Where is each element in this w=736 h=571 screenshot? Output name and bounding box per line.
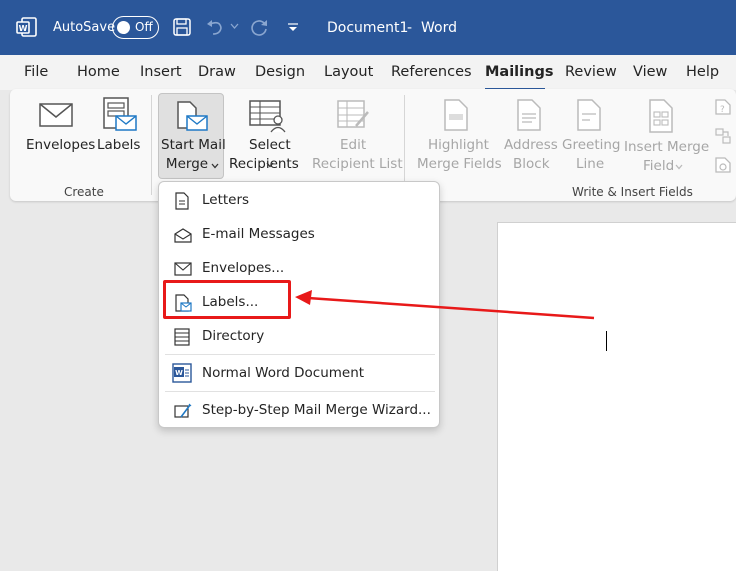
menu-item-letters[interactable]: Letters [159,185,439,217]
wizard-icon [174,403,192,419]
svg-text:W: W [175,369,183,377]
tab-insert[interactable]: Insert [140,64,182,80]
tab-help[interactable]: Help [686,64,719,80]
labels-button[interactable]: Labels [97,136,140,155]
insert-merge-field-line1: Insert Merge [624,139,710,155]
highlight-merge-fields-line2: Merge Fields [417,156,502,172]
menu-item-mail-merge-wizard[interactable]: Step-by-Step Mail Merge Wizard... [159,395,439,427]
toggle-knob [117,20,130,34]
menu-item-label: Step-by-Step Mail Merge Wizard... [202,402,431,418]
title-bar: W AutoSave Off Document1 - Word [0,0,736,55]
match-fields-icon [714,127,732,145]
insert-merge-field-icon [648,98,674,134]
start-mail-merge-line1: Start Mail [161,137,226,153]
app-name: Word [421,20,457,36]
menu-item-normal-word-document[interactable]: W Normal Word Document [159,358,439,390]
title-separator: - [407,20,413,36]
greeting-line-icon [576,98,602,132]
select-recipients-line2[interactable]: Recipients [229,155,299,174]
tab-review[interactable]: Review [565,64,617,80]
redo-icon[interactable] [249,17,269,37]
svg-text:?: ? [720,105,725,115]
edit-recipient-list-icon [336,98,370,132]
highlight-merge-fields-icon [443,98,469,132]
menu-item-label: Directory [202,328,265,344]
letter-icon [174,192,190,210]
greeting-line-line2: Line [576,156,605,172]
tab-home[interactable]: Home [77,64,120,80]
menu-item-label: Letters [202,192,250,208]
insert-merge-field-chevron-icon [675,164,683,170]
tab-references[interactable]: References [391,64,472,80]
tab-draw[interactable]: Draw [198,64,236,80]
tab-mailings[interactable]: Mailings [485,64,553,80]
greeting-line-line1: Greeting [562,137,621,153]
group-separator [151,95,152,195]
annotation-highlight-box [163,280,291,319]
customize-toolbar-icon[interactable] [287,22,299,32]
edit-recipient-list-line2: Recipient List [312,156,403,172]
document-page[interactable] [497,222,736,571]
undo-icon[interactable] [205,17,225,37]
menu-item-label: E-mail Messages [202,226,315,242]
tab-view[interactable]: View [633,64,667,80]
menu-item-directory[interactable]: Directory [159,321,439,353]
group-write-insert-label: Write & Insert Fields [572,185,693,199]
envelope-large-icon [38,100,74,130]
select-recipients-icon [248,98,288,134]
address-block-line1: Address [504,137,558,153]
labels-large-icon [102,96,138,136]
start-mail-merge-button[interactable]: Start Mail Merge [158,93,226,179]
toggle-state: Off [135,20,153,34]
edit-recipient-list-line1: Edit [340,137,367,153]
chevron-down-icon [211,163,219,169]
ribbon-tabs: File Home Insert Draw Design Layout Refe… [0,55,736,90]
address-block-line2: Block [513,156,550,172]
document-title: Document1 [327,20,409,36]
menu-divider [165,354,435,355]
group-separator [404,95,405,195]
address-block-icon [516,98,542,132]
menu-item-label: Normal Word Document [202,365,365,381]
select-recipients-chevron-icon [266,162,274,168]
menu-divider [165,391,435,392]
highlight-merge-fields-line1: Highlight [428,137,489,153]
undo-dropdown-icon[interactable] [230,22,239,30]
envelopes-button[interactable]: Envelopes [26,136,95,155]
email-open-icon [174,227,192,243]
start-mail-merge-icon [175,100,209,134]
svg-text:W: W [19,24,28,33]
update-labels-icon [714,156,732,174]
tab-file[interactable]: File [24,64,48,80]
menu-item-label: Envelopes... [202,260,285,276]
group-create-label: Create [64,185,104,199]
tab-design[interactable]: Design [255,64,305,80]
directory-icon [174,328,190,346]
rules-icon: ? [714,98,732,116]
text-cursor [606,331,607,351]
word-document-icon: W [172,363,192,383]
select-recipients-line1[interactable]: Select [249,136,291,155]
envelope-icon [174,262,192,276]
autosave-toggle[interactable]: Off [112,16,159,39]
autosave-label: AutoSave [53,20,116,35]
word-app-icon: W [16,16,38,38]
tab-layout[interactable]: Layout [324,64,373,80]
menu-item-email-messages[interactable]: E-mail Messages [159,219,439,251]
save-icon[interactable] [172,17,192,37]
start-mail-merge-line2: Merge [165,156,209,172]
insert-merge-field-line2: Field [643,158,675,174]
